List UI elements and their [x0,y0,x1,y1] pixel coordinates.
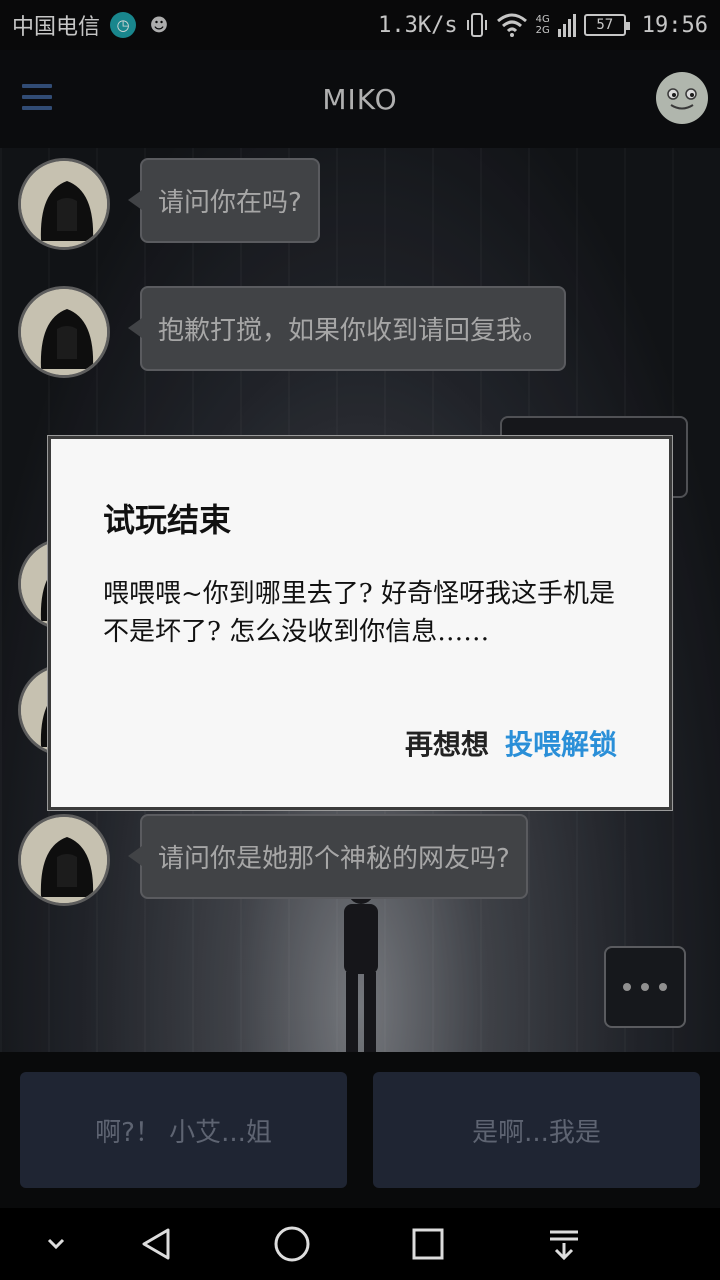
system-nav-bar [0,1208,720,1280]
dialog-message: 喂喂喂~你到哪里去了? 好奇怪呀我这手机是不是坏了? 怎么没收到你信息…… [103,579,615,647]
menu-down-icon[interactable] [544,1224,584,1264]
dialog-actions: 再想想 投喂解锁 [405,723,617,763]
home-icon[interactable] [272,1224,312,1264]
trial-ended-dialog: 试玩结束 喂喂喂~你到哪里去了? 好奇怪呀我这手机是不是坏了? 怎么没收到你信息… [47,435,673,811]
dialog-title: 试玩结束 [103,501,232,539]
chevron-down-icon[interactable] [36,1224,76,1264]
recents-icon[interactable] [408,1224,448,1264]
back-icon[interactable] [136,1224,176,1264]
unlock-button[interactable]: 投喂解锁 [505,723,617,763]
reconsider-button[interactable]: 再想想 [405,723,489,763]
